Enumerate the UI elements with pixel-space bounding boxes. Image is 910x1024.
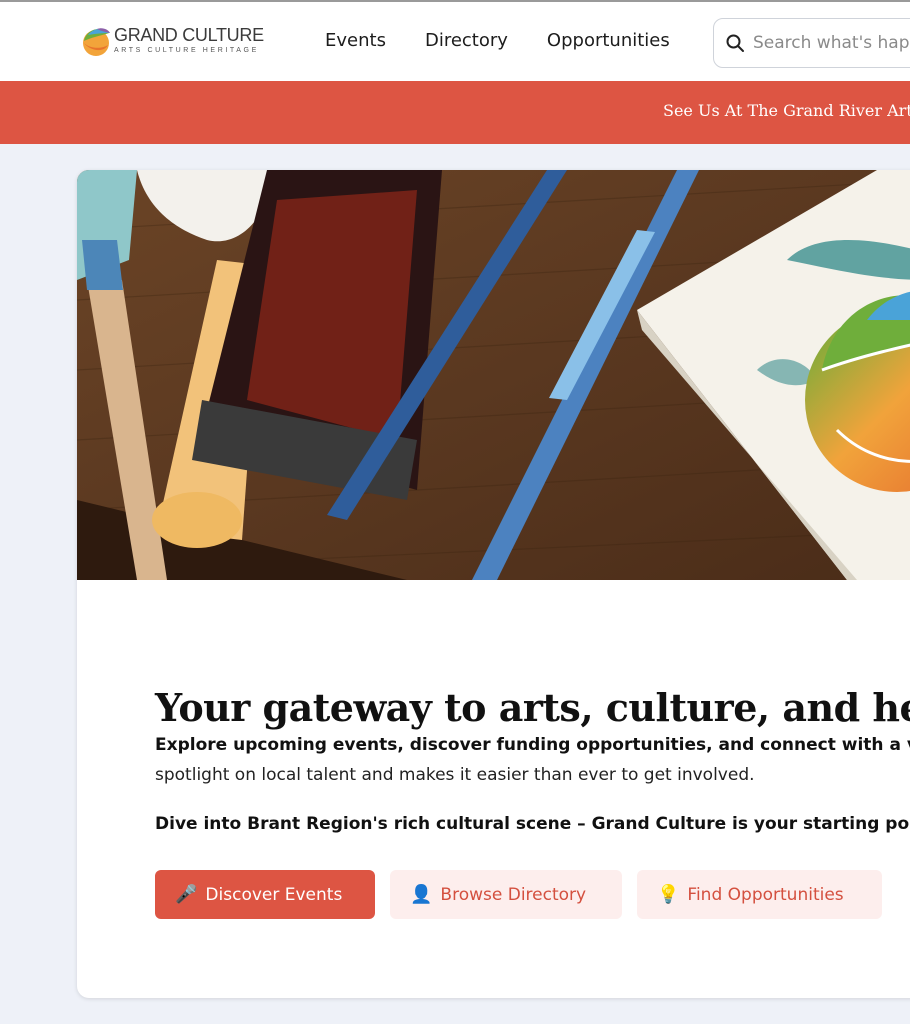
nav-events[interactable]: Events: [325, 30, 386, 51]
nav-opportunities[interactable]: Opportunities: [547, 30, 670, 51]
browse-directory-label: Browse Directory: [440, 884, 587, 905]
hero-card: Your gateway to arts, culture, and herit…: [77, 170, 910, 998]
intro-line-2: spotlight on local talent and makes it e…: [155, 765, 755, 785]
page-title: Your gateway to arts, culture, and herit…: [155, 685, 910, 731]
logo-mark-icon: [83, 28, 110, 56]
microphone-icon: 🎤: [175, 884, 198, 905]
search-input[interactable]: [753, 33, 910, 53]
discover-events-button[interactable]: 🎤 Discover Events: [155, 870, 375, 919]
search-icon: [726, 34, 744, 52]
find-opportunities-label: Find Opportunities: [687, 884, 844, 905]
lightbulb-icon: 💡: [657, 884, 680, 905]
discover-events-label: Discover Events: [205, 884, 343, 905]
logo-subtitle: ARTS CULTURE HERITAGE: [114, 47, 259, 54]
main-nav: Events Directory Opportunities: [325, 30, 709, 51]
nav-directory[interactable]: Directory: [425, 30, 508, 51]
find-opportunities-button[interactable]: 💡 Find Opportunities: [637, 870, 882, 919]
tagline: Dive into Brant Region's rich cultural s…: [155, 814, 910, 834]
intro-paragraph: Explore upcoming events, discover fundin…: [155, 730, 910, 790]
hero-image: [77, 170, 910, 580]
person-icon: 👤: [410, 884, 433, 905]
browse-directory-button[interactable]: 👤 Browse Directory: [390, 870, 622, 919]
site-header: GRAND CULTURE ARTS CULTURE HERITAGE Even…: [0, 2, 910, 81]
site-logo[interactable]: GRAND CULTURE ARTS CULTURE HERITAGE: [80, 20, 270, 60]
intro-line-1: Explore upcoming events, discover fundin…: [155, 735, 910, 755]
search-box[interactable]: [713, 18, 910, 68]
logo-title: GRAND CULTURE: [114, 25, 264, 45]
banner-text[interactable]: See Us At The Grand River Arts: [663, 101, 910, 120]
announcement-banner[interactable]: See Us At The Grand River Arts: [0, 81, 910, 144]
